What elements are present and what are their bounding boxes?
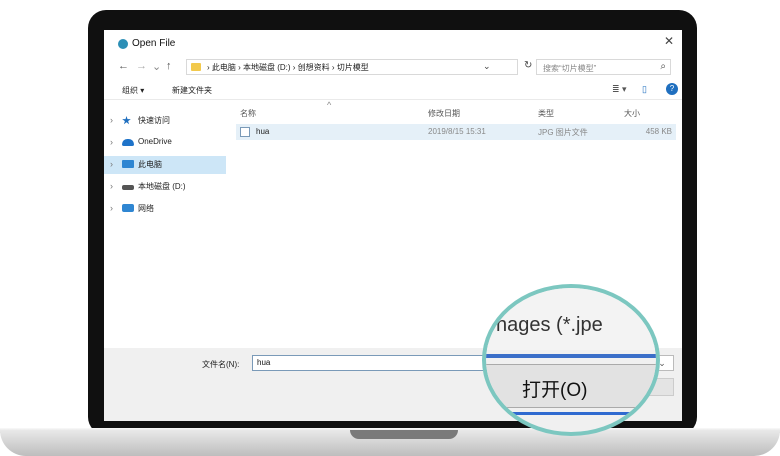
star-icon [122, 116, 131, 125]
back-icon[interactable]: ← [118, 60, 129, 72]
search-box[interactable]: 搜索“切片模型” ⌕ [536, 59, 671, 75]
filename-label: 文件名(N): [202, 360, 240, 369]
address-bar[interactable]: › 此电脑 › 本地磁盘 (D:) › 创想资料 › 切片模型 ⌄ [186, 59, 518, 75]
new-folder-button[interactable]: 新建文件夹 [172, 85, 212, 96]
sort-caret-icon: ^ [327, 100, 332, 110]
file-size: 458 KB [645, 127, 672, 136]
magnified-filter: nages (*.jpe [486, 288, 656, 350]
network-icon [122, 204, 134, 212]
close-icon[interactable]: ✕ [664, 34, 674, 48]
organize-button[interactable]: 组织 ▾ [122, 85, 144, 96]
column-header-date[interactable]: 修改日期 [428, 108, 460, 119]
chevron-right-icon[interactable]: › [110, 159, 113, 169]
sidebar-item-this-pc[interactable]: › 此电脑 [104, 156, 226, 174]
cloud-icon [122, 139, 134, 146]
filename-value: hua [257, 358, 271, 367]
sidebar-item-label: 此电脑 [138, 160, 162, 169]
column-header-size[interactable]: 大小 [624, 108, 640, 119]
laptop-notch [350, 430, 458, 439]
chevron-right-icon[interactable]: › [110, 203, 113, 213]
chevron-right-icon[interactable]: › [110, 181, 113, 191]
navigation-pane: › 快速访问 › OneDrive › 此电脑 › 本地磁盘 (D:) › 网络 [104, 102, 226, 352]
address-dropdown-icon[interactable]: ⌄ [483, 61, 491, 72]
sidebar-item-local-disk[interactable]: › 本地磁盘 (D:) [104, 178, 226, 196]
refresh-icon[interactable]: ↻ [524, 60, 532, 71]
search-placeholder: 搜索“切片模型” [543, 64, 597, 73]
sidebar-item-network[interactable]: › 网络 [104, 200, 226, 218]
column-header-type[interactable]: 类型 [538, 108, 554, 119]
up-icon[interactable]: ↑ [166, 60, 172, 72]
recent-locations-icon[interactable]: ⌄ [152, 60, 161, 73]
app-icon [118, 39, 128, 49]
sidebar-item-quick-access[interactable]: › 快速访问 [104, 112, 226, 130]
open-button-label: 打开(O) [522, 380, 588, 401]
chevron-right-icon[interactable]: › [110, 115, 113, 125]
file-name: hua [256, 127, 270, 136]
table-row[interactable]: hua 2019/8/15 15:31 JPG 图片文件 458 KB [236, 124, 676, 140]
dialog-title: Open File [132, 38, 176, 49]
help-icon[interactable]: ? [666, 83, 678, 95]
command-toolbar: 组织 ▾ 新建文件夹 ≣ ▾ ▯ ? [104, 82, 682, 100]
sidebar-item-label: 快速访问 [138, 116, 170, 125]
open-button[interactable]: 打开(O) [486, 364, 656, 408]
search-icon: ⌕ [660, 61, 666, 72]
chevron-right-icon[interactable]: › [110, 137, 113, 147]
image-file-icon [240, 127, 250, 137]
view-options-icon[interactable]: ≣ ▾ [612, 84, 627, 95]
drive-icon [122, 185, 134, 190]
magnified-separator [486, 354, 656, 358]
column-header-name[interactable]: 名称 [240, 108, 256, 119]
magnified-filter-text: nages (*.jpe [496, 314, 603, 336]
sidebar-item-onedrive[interactable]: › OneDrive [104, 134, 226, 152]
preview-pane-icon[interactable]: ▯ [642, 84, 647, 95]
sidebar-item-label: 网络 [138, 204, 154, 213]
magnifier-callout: nages (*.jpe 打开(O) [482, 284, 660, 436]
breadcrumb[interactable]: › 此电脑 › 本地磁盘 (D:) › 创想资料 › 切片模型 [207, 62, 369, 73]
folder-icon [191, 63, 201, 71]
navigation-bar: ← → ⌄ ↑ › 此电脑 › 本地磁盘 (D:) › 创想资料 › 切片模型 … [104, 58, 682, 78]
file-date: 2019/8/15 15:31 [428, 127, 486, 136]
forward-icon[interactable]: → [136, 60, 147, 72]
magnified-focus-line [486, 412, 656, 415]
sidebar-item-label: 本地磁盘 (D:) [138, 182, 186, 191]
computer-icon [122, 160, 134, 168]
file-type: JPG 图片文件 [538, 128, 588, 137]
sidebar-item-label: OneDrive [138, 137, 172, 146]
